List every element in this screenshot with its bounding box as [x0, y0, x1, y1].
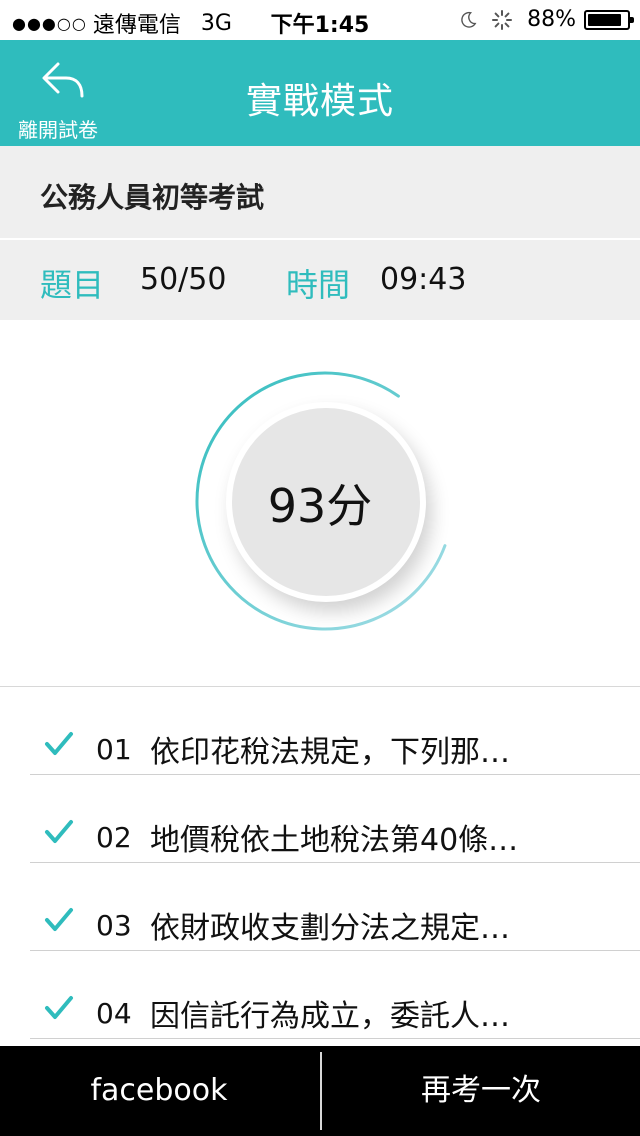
question-text: 依印花稅法規定，下列那…: [150, 735, 510, 770]
status-right: 88%: [459, 7, 634, 32]
question-item[interactable]: 02 地價稅依土地稅法第40條…: [30, 775, 640, 863]
score-area: 93分: [0, 320, 640, 686]
question-text: 依財政收支劃分法之規定…: [150, 911, 510, 946]
retry-exam-button[interactable]: 再考一次: [322, 1046, 640, 1136]
question-text: 因信託行為成立，委託人…: [150, 999, 510, 1034]
check-icon: [45, 820, 73, 843]
exam-name: 公務人員初等考試: [40, 181, 265, 214]
question-number: 04: [96, 997, 132, 1030]
question-number: 01: [96, 733, 132, 766]
page-title: 實戰模式: [245, 81, 394, 122]
check-icon: [45, 996, 73, 1019]
questions-value: 50/50: [140, 262, 227, 297]
activity-spinner-icon: [492, 9, 513, 30]
battery-percent: 88%: [527, 7, 576, 32]
moon-icon: [461, 11, 477, 28]
check-icon: [45, 732, 73, 755]
time-value: 09:43: [380, 262, 467, 297]
check-icon: [45, 908, 73, 931]
battery-icon: [584, 9, 634, 30]
questions-label: 題目: [40, 266, 105, 304]
question-number: 03: [96, 909, 132, 942]
battery-nub: [630, 16, 634, 23]
stats-row: 題目 50/50 時間 09:43: [0, 240, 640, 320]
question-text: 地價稅依土地稅法第40條…: [150, 823, 519, 858]
question-number: 02: [96, 821, 132, 854]
score-value: 93分: [267, 479, 373, 533]
facebook-button[interactable]: facebook: [0, 1046, 318, 1136]
question-item[interactable]: 01 依印花稅法規定，下列那…: [30, 687, 640, 775]
question-item[interactable]: 04 因信託行為成立，委託人…: [30, 951, 640, 1039]
status-bar: ●●●○○ 遠傳電信 3G 下午1:45 88%: [0, 0, 640, 40]
question-item[interactable]: 03 依財政收支劃分法之規定…: [30, 863, 640, 951]
time-label: 時間: [286, 266, 351, 304]
battery-fill: [588, 13, 622, 26]
header-bar: 離開試卷 實戰模式: [0, 40, 640, 146]
exam-name-row: 公務人員初等考試: [0, 146, 640, 240]
bottom-bar: facebook 再考一次: [0, 1046, 640, 1136]
